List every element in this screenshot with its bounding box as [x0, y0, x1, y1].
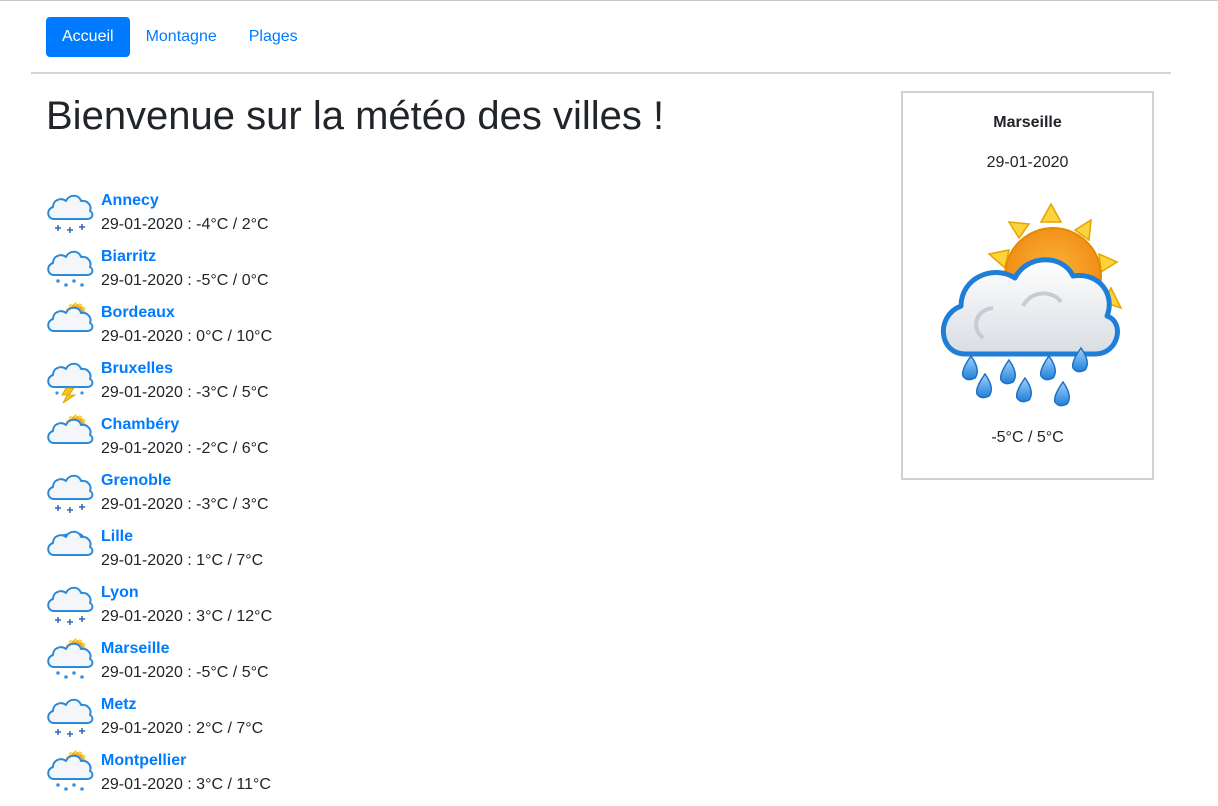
list-item: Bordeaux 29-01-2020 : 0°C / 10°C: [46, 299, 272, 355]
list-item: Metz 29-01-2020 : 2°C / 7°C: [46, 691, 272, 747]
list-item: Lille 29-01-2020 : 1°C / 7°C: [46, 523, 272, 579]
nav-divider: [31, 72, 1171, 74]
sun-cloud-icon: [47, 302, 94, 332]
card-date: 29-01-2020: [986, 154, 1069, 171]
snow-cloud-icon: [47, 474, 94, 513]
city-text: Bruxelles 29-01-2020 : -3°C / 5°C: [101, 355, 269, 405]
city-text: Montpellier 29-01-2020 : 3°C / 11°C: [101, 747, 271, 797]
city-temperature: 29-01-2020 : -2°C / 6°C: [101, 440, 269, 457]
nav-plages[interactable]: Plages: [233, 17, 314, 57]
city-temperature: 29-01-2020 : 3°C / 12°C: [101, 608, 273, 625]
city-temperature: 29-01-2020 : -3°C / 3°C: [101, 496, 269, 513]
page-title: Bienvenue sur la météo des villes !: [46, 94, 665, 138]
city-text: Biarritz 29-01-2020 : -5°C / 0°C: [101, 243, 269, 293]
sun-cloud-icon: [47, 414, 94, 444]
city-text: Lyon 29-01-2020 : 3°C / 12°C: [101, 579, 272, 629]
snow-cloud-icon: [47, 586, 94, 625]
storm-cloud-icon: [47, 362, 94, 403]
list-item: Bruxelles 29-01-2020 : -3°C / 5°C: [46, 355, 272, 411]
sun-rain-cloud-icon: [47, 750, 94, 791]
city-text: Chambéry 29-01-2020 : -2°C / 6°C: [101, 411, 269, 461]
weather-card: Marseille 29-01-2020 -5°C / 5°C: [901, 91, 1154, 480]
snow-cloud-icon: [47, 698, 94, 737]
top-border: [0, 0, 1218, 1]
city-list: Annecy 29-01-2020 : -4°C / 2°C Biarritz 29-…: [46, 187, 272, 803]
city-link[interactable]: Marseille: [101, 637, 269, 661]
list-item: Marseille 29-01-2020 : -5°C / 5°C: [46, 635, 272, 691]
city-text: Bordeaux 29-01-2020 : 0°C / 10°C: [101, 299, 272, 349]
city-link[interactable]: Lille: [101, 525, 263, 549]
list-item: Chambéry 29-01-2020 : -2°C / 6°C: [46, 411, 272, 467]
city-link[interactable]: Metz: [101, 693, 263, 717]
city-link[interactable]: Chambéry: [101, 413, 269, 437]
list-item: Biarritz 29-01-2020 : -5°C / 0°C: [46, 243, 272, 299]
city-link[interactable]: Montpellier: [101, 749, 271, 773]
sun-rain-cloud-icon: [941, 202, 1123, 407]
sun-rain-cloud-icon: [47, 638, 94, 679]
cloudy-icon: [47, 530, 94, 556]
city-link[interactable]: Biarritz: [101, 245, 269, 269]
rain-cloud-icon: [47, 250, 94, 287]
main-nav: Accueil Montagne Plages: [46, 17, 314, 57]
city-link[interactable]: Annecy: [101, 189, 269, 213]
city-text: Marseille 29-01-2020 : -5°C / 5°C: [101, 635, 269, 685]
city-link[interactable]: Bordeaux: [101, 301, 272, 325]
city-link[interactable]: Bruxelles: [101, 357, 269, 381]
list-item: Montpellier 29-01-2020 : 3°C / 11°C: [46, 747, 272, 803]
city-text: Metz 29-01-2020 : 2°C / 7°C: [101, 691, 263, 741]
city-text: Annecy 29-01-2020 : -4°C / 2°C: [101, 187, 269, 237]
city-link[interactable]: Lyon: [101, 581, 272, 605]
list-item: Grenoble 29-01-2020 : -3°C / 3°C: [46, 467, 272, 523]
nav-montagne[interactable]: Montagne: [130, 17, 233, 57]
card-city-name: Marseille: [993, 114, 1062, 131]
list-item: Lyon 29-01-2020 : 3°C / 12°C: [46, 579, 272, 635]
nav-accueil[interactable]: Accueil: [46, 17, 130, 57]
city-temperature: 29-01-2020 : 3°C / 11°C: [101, 776, 271, 793]
city-temperature: 29-01-2020 : -4°C / 2°C: [101, 216, 269, 233]
city-temperature: 29-01-2020 : -5°C / 5°C: [101, 664, 269, 681]
snow-cloud-icon: [47, 194, 94, 233]
city-temperature: 29-01-2020 : -3°C / 5°C: [101, 384, 269, 401]
city-temperature: 29-01-2020 : 2°C / 7°C: [101, 720, 264, 737]
city-temperature: 29-01-2020 : 0°C / 10°C: [101, 328, 273, 345]
city-text: Grenoble 29-01-2020 : -3°C / 3°C: [101, 467, 269, 517]
city-link[interactable]: Grenoble: [101, 469, 269, 493]
city-temperature: 29-01-2020 : 1°C / 7°C: [101, 552, 264, 569]
list-item: Annecy 29-01-2020 : -4°C / 2°C: [46, 187, 272, 243]
city-temperature: 29-01-2020 : -5°C / 0°C: [101, 272, 269, 289]
city-text: Lille 29-01-2020 : 1°C / 7°C: [101, 523, 263, 573]
card-temperature: -5°C / 5°C: [991, 429, 1064, 446]
